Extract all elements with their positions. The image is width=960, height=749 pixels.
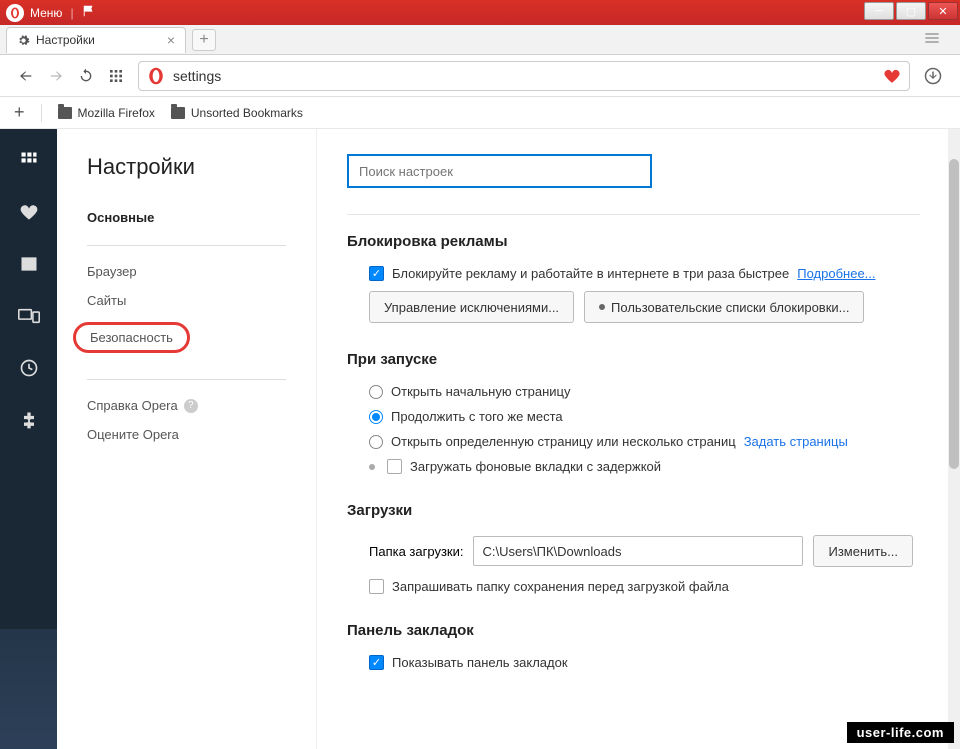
add-bookmark-button[interactable]: + [14, 102, 25, 123]
show-bookmarks-row: ✓ Показывать панель закладок [369, 655, 920, 670]
reload-button[interactable] [78, 68, 94, 84]
page-title: Настройки [87, 154, 286, 180]
checkbox-label: Запрашивать папку сохранения перед загру… [392, 579, 729, 594]
close-button[interactable]: ✕ [928, 2, 958, 20]
settings-search-input[interactable] [347, 154, 652, 188]
bookmarks-bar: + Mozilla Firefox Unsorted Bookmarks [0, 97, 960, 129]
startup-opt2[interactable]: Продолжить с того же места [369, 409, 920, 424]
tab-bar: Настройки × + [0, 25, 960, 55]
download-path-row: Папка загрузки: Изменить... [369, 535, 920, 567]
bookmark-folder-firefox[interactable]: Mozilla Firefox [58, 106, 155, 120]
url-input[interactable] [173, 68, 875, 84]
checkbox-checked[interactable]: ✓ [369, 655, 384, 670]
scrollbar-thumb[interactable] [949, 159, 959, 469]
checkbox-label: Блокируйте рекламу и работайте в интерне… [392, 266, 789, 281]
speed-dial-icon[interactable] [108, 68, 124, 84]
sidebar-extensions-icon[interactable] [18, 409, 40, 431]
nav-link-browser[interactable]: Браузер [87, 264, 286, 279]
watermark: user-life.com [847, 722, 954, 743]
section-title: Панель закладок [347, 622, 920, 639]
folder-icon [171, 107, 185, 119]
checkbox-checked[interactable]: ✓ [369, 266, 384, 281]
section-title: При запуске [347, 351, 920, 368]
window-controls: ─ ▢ ✕ [864, 2, 958, 20]
tab-close-icon[interactable]: × [167, 32, 175, 48]
bookmark-separator [41, 104, 42, 122]
download-path-input[interactable] [473, 536, 803, 566]
checkbox-unchecked[interactable] [369, 579, 384, 594]
maximize-button[interactable]: ▢ [896, 2, 926, 20]
download-label: Папка загрузки: [369, 544, 463, 559]
new-tab-button[interactable]: + [192, 29, 216, 51]
disabled-dot-icon [369, 464, 375, 470]
sidebar-speed-dial-icon[interactable] [18, 149, 40, 171]
startup-opt1[interactable]: Открыть начальную страницу [369, 384, 920, 399]
nav-link-rate[interactable]: Оцените Opera [87, 427, 286, 442]
manage-exceptions-button[interactable]: Управление исключениями... [369, 291, 574, 323]
section-title: Загрузки [347, 502, 920, 519]
opera-url-icon [147, 67, 165, 85]
adblock-more-link[interactable]: Подробнее... [797, 266, 875, 281]
content-area: Настройки Основные Браузер Сайты Безопас… [0, 129, 960, 749]
bullet-icon [599, 304, 605, 310]
custom-lists-button[interactable]: Пользовательские списки блокировки... [584, 291, 864, 323]
opera-logo-icon[interactable] [6, 4, 24, 22]
sidebar-news-icon[interactable] [18, 253, 40, 275]
minimize-button[interactable]: ─ [864, 2, 894, 20]
radio-unselected[interactable] [369, 435, 383, 449]
section-bookmarks-panel: Панель закладок ✓ Показывать панель закл… [347, 622, 920, 670]
gear-icon [17, 34, 30, 47]
tab-settings[interactable]: Настройки × [6, 27, 186, 53]
change-path-button[interactable]: Изменить... [813, 535, 912, 567]
address-bar[interactable] [138, 61, 910, 91]
radio-selected[interactable] [369, 410, 383, 424]
settings-navigation: Настройки Основные Браузер Сайты Безопас… [57, 129, 317, 749]
set-pages-link[interactable]: Задать страницы [744, 434, 848, 449]
flag-icon[interactable] [82, 4, 96, 21]
nav-link-security[interactable]: Безопасность [73, 322, 190, 353]
forward-button[interactable] [48, 68, 64, 84]
tab-title: Настройки [36, 33, 95, 47]
adblock-enable-row: ✓ Блокируйте рекламу и работайте в интер… [369, 266, 920, 281]
section-downloads: Загрузки Папка загрузки: Изменить... Зап… [347, 502, 920, 594]
bookmark-folder-unsorted[interactable]: Unsorted Bookmarks [171, 106, 303, 120]
startup-opt3[interactable]: Открыть определенную страницу или нескол… [369, 434, 920, 449]
section-adblock: Блокировка рекламы ✓ Блокируйте рекламу … [347, 233, 920, 323]
heart-icon[interactable] [883, 67, 901, 85]
sidebar-wallpaper [0, 629, 57, 749]
nav-section-main[interactable]: Основные [87, 210, 286, 225]
bookmark-label: Mozilla Firefox [78, 106, 155, 120]
bookmark-label: Unsorted Bookmarks [191, 106, 303, 120]
checkbox-unchecked[interactable] [387, 459, 402, 474]
back-button[interactable] [18, 68, 34, 84]
nav-link-sites[interactable]: Сайты [87, 293, 286, 308]
window-titlebar: Меню | ─ ▢ ✕ [0, 0, 960, 25]
sidebar-sync-icon[interactable] [18, 305, 40, 327]
help-icon: ? [184, 399, 198, 413]
tab-menu-icon[interactable] [924, 31, 940, 49]
menu-button[interactable]: Меню [30, 6, 62, 20]
downloads-icon[interactable] [924, 67, 942, 85]
folder-icon [58, 107, 72, 119]
radio-unselected[interactable] [369, 385, 383, 399]
sidebar-heart-icon[interactable] [18, 201, 40, 223]
navigation-bar [0, 55, 960, 97]
nav-link-help[interactable]: Справка Opera? [87, 398, 286, 413]
checkbox-label: Показывать панель закладок [392, 655, 568, 670]
left-sidebar [0, 129, 57, 749]
sidebar-history-icon[interactable] [18, 357, 40, 379]
settings-main: Блокировка рекламы ✓ Блокируйте рекламу … [317, 129, 960, 749]
titlebar-divider: | [70, 6, 73, 20]
startup-opt4: Загружать фоновые вкладки с задержкой [369, 459, 920, 474]
section-title: Блокировка рекламы [347, 233, 920, 250]
section-startup: При запуске Открыть начальную страницу П… [347, 351, 920, 474]
nav-divider [87, 245, 286, 246]
adblock-buttons: Управление исключениями... Пользовательс… [369, 291, 920, 323]
nav-divider [87, 379, 286, 380]
divider [347, 214, 920, 215]
scrollbar[interactable] [948, 129, 960, 749]
download-ask-row: Запрашивать папку сохранения перед загру… [369, 579, 920, 594]
